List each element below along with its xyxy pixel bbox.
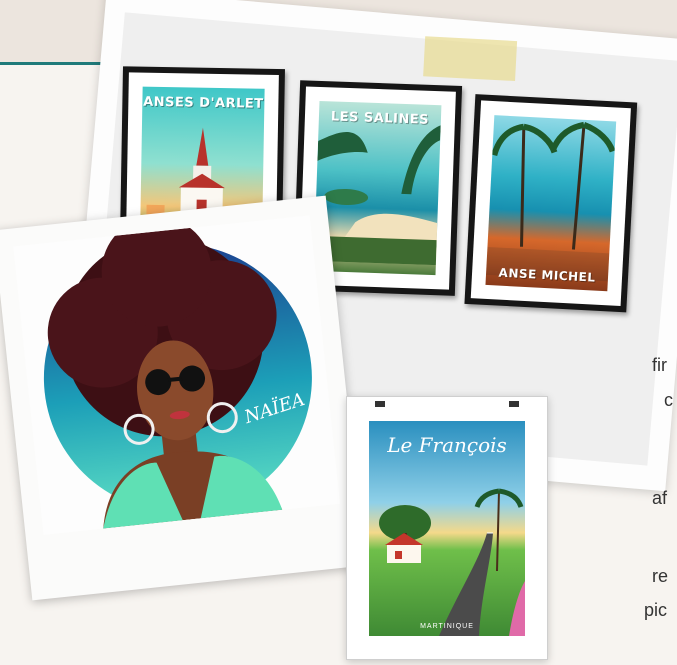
side-text-fragment: c [664, 390, 673, 410]
side-text-fragment: pic [644, 600, 668, 620]
poster-art: ANSE MICHEL [485, 115, 617, 292]
woman-illustration [43, 216, 312, 529]
poster-subtitle: MARTINIQUE [420, 623, 474, 630]
poster-art: Le François MARTINIQUE [369, 421, 525, 636]
polaroid-portrait: NAÏEA [0, 195, 365, 601]
portrait-photo: NAÏEA [13, 215, 340, 535]
poster-art: LES SALINES [313, 100, 442, 276]
beach-illustration [313, 125, 441, 266]
poster-le-francois: Le François MARTINIQUE [346, 396, 548, 660]
side-text-fragment: af [652, 488, 668, 508]
masking-tape [423, 36, 518, 82]
hanging-clip [375, 401, 385, 407]
hanging-clip [509, 401, 519, 407]
side-text-fragment: fir [652, 355, 667, 375]
poster-frame-anse-michel: ANSE MICHEL [464, 94, 638, 313]
side-text-fragment: re [652, 566, 669, 586]
palm-beach-illustration [485, 121, 616, 282]
poster-title: Le François [387, 433, 507, 457]
